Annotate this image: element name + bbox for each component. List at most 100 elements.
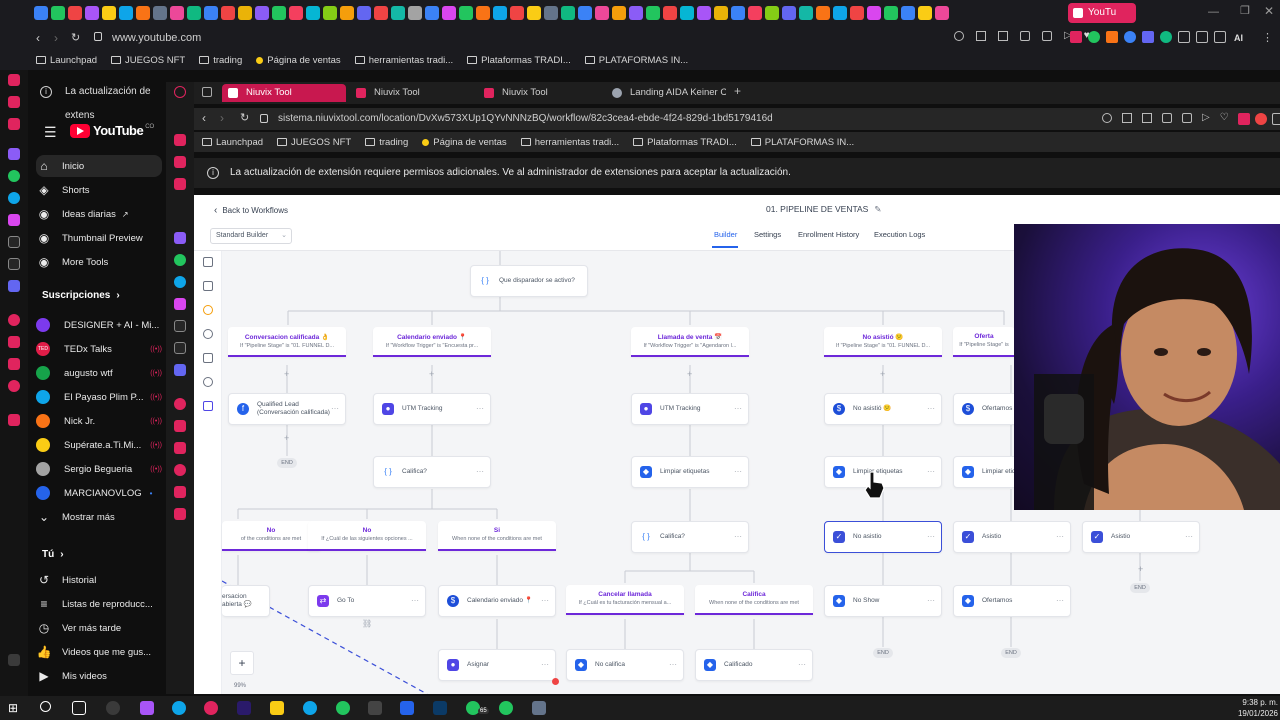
opera-red-icon[interactable] xyxy=(174,420,186,432)
alert-icon[interactable] xyxy=(203,305,213,315)
more-icon[interactable]: ⋯ xyxy=(798,660,806,669)
nav-videos-me-gustan[interactable]: 👍 Videos que me gus... xyxy=(36,641,162,663)
opera-red-icon[interactable] xyxy=(8,358,20,370)
capcut-icon[interactable] xyxy=(368,701,382,715)
tab-favicon[interactable] xyxy=(697,6,711,20)
vpn-icon[interactable] xyxy=(1182,113,1192,123)
tab-favicon[interactable] xyxy=(238,6,252,20)
subscriptions-heading[interactable]: Suscripciones › xyxy=(42,290,120,301)
settings-icon[interactable] xyxy=(8,414,20,426)
subscription-item[interactable]: Sergio Begueria ((•)) xyxy=(36,458,162,480)
node-ofertamos[interactable]: ◆ Ofertamos ⋯ xyxy=(953,585,1071,617)
subscription-item[interactable]: augusto wtf ((•)) xyxy=(36,362,162,384)
instagram-icon[interactable] xyxy=(174,298,186,310)
node-asistio[interactable]: ✓ Asistio ⋯ xyxy=(1082,521,1200,553)
extension-icon[interactable] xyxy=(1142,31,1154,43)
tab-favicon[interactable] xyxy=(510,6,524,20)
lock-icon[interactable] xyxy=(94,32,102,41)
clock-icon[interactable] xyxy=(203,377,213,387)
trigger-llamada-de-venta[interactable]: Llamada de venta 📅 If "Workflow Trigger" … xyxy=(631,327,749,357)
tab-favicon[interactable] xyxy=(68,6,82,20)
extension-icon[interactable] xyxy=(1070,31,1082,43)
node-asistio[interactable]: ✓ Asistio ⋯ xyxy=(953,521,1071,553)
tab-favicon[interactable] xyxy=(493,6,507,20)
whatsapp-icon[interactable] xyxy=(8,170,20,182)
more-icon[interactable]: ⋯ xyxy=(411,596,419,605)
you-heading[interactable]: Tú › xyxy=(42,549,64,560)
opera-red-icon[interactable] xyxy=(8,380,20,392)
more-icon[interactable]: ⋯ xyxy=(1185,532,1193,541)
edge-icon[interactable] xyxy=(172,701,186,715)
more-icon[interactable]: ⋯ xyxy=(1056,532,1064,541)
tab-execution-logs[interactable]: Execution Logs xyxy=(874,230,925,239)
bookmark-trading[interactable]: trading xyxy=(365,137,408,148)
opera-red-icon[interactable] xyxy=(8,118,20,130)
telegram-icon[interactable] xyxy=(303,701,317,715)
node-asignar[interactable]: ● Asignar ⋯ xyxy=(438,649,556,681)
heart-icon[interactable]: ♡ xyxy=(1220,113,1229,123)
back-icon[interactable]: ‹ xyxy=(36,31,40,45)
extension-icon[interactable] xyxy=(1160,31,1172,43)
opera-red-icon[interactable] xyxy=(8,336,20,348)
tab-favicon[interactable] xyxy=(748,6,762,20)
inner-url-field[interactable]: sistema.niuvixtool.com/location/DvXw573X… xyxy=(278,113,773,124)
back-icon[interactable]: ‹ xyxy=(202,111,206,125)
node-calendario-enviado[interactable]: $ Calendario enviado 📍 ⋯ xyxy=(438,585,556,617)
tab-favicon[interactable] xyxy=(629,6,643,20)
bookmark-plataformas-in[interactable]: PLATAFORMAS IN... xyxy=(584,55,688,66)
trigger-oferta[interactable]: Oferta If "Pipeline Stage" is xyxy=(953,327,1015,357)
tab-favicon[interactable] xyxy=(119,6,133,20)
pencil-icon[interactable]: ✎ xyxy=(874,204,881,214)
bookmark-plataformas-tradi[interactable]: Plataformas TRADI... xyxy=(467,55,571,66)
tab-favicon[interactable] xyxy=(612,6,626,20)
zoom-in-button[interactable]: + xyxy=(230,651,254,675)
nav-historial[interactable]: ↺ Historial xyxy=(36,569,162,591)
more-icon[interactable]: ⋯ xyxy=(1056,596,1064,605)
bookmark-trading[interactable]: trading xyxy=(199,55,242,66)
tab-favicon[interactable] xyxy=(204,6,218,20)
node-no-show[interactable]: ◆ No Show ⋯ xyxy=(824,585,942,617)
x-icon[interactable] xyxy=(174,342,186,354)
hamburger-menu-icon[interactable]: ☰ xyxy=(44,124,57,141)
link-icon[interactable]: ⛓ xyxy=(362,619,372,628)
tab-youtube-active[interactable]: YouTu xyxy=(1068,3,1136,23)
more-icon[interactable]: ⋯ xyxy=(927,532,935,541)
opera-red-icon[interactable] xyxy=(174,156,186,168)
premiere-icon[interactable] xyxy=(237,701,251,715)
node-calificado[interactable]: ◆ Calificado ⋯ xyxy=(695,649,813,681)
zoom-icon[interactable] xyxy=(954,31,964,41)
ai-icon[interactable]: AI xyxy=(1234,33,1243,43)
photoshop-icon[interactable] xyxy=(433,701,447,715)
magic-icon[interactable] xyxy=(203,401,213,411)
more-icon[interactable]: ⋯ xyxy=(669,660,677,669)
opera-red-icon[interactable] xyxy=(174,178,186,190)
downloads-icon[interactable] xyxy=(1196,31,1208,43)
share-icon[interactable] xyxy=(203,353,213,363)
trigger-no-asistio[interactable]: No asistió 😕 If "Pipeline Stage" is "01. … xyxy=(824,327,942,357)
bookmark-juegos-nft[interactable]: JUEGOS NFT xyxy=(277,137,351,148)
tab-favicon[interactable] xyxy=(765,6,779,20)
send-icon[interactable]: ▷ xyxy=(1202,113,1210,123)
tab-favicon[interactable] xyxy=(646,6,660,20)
tab-favicon[interactable] xyxy=(306,6,320,20)
tab-niuvix[interactable]: Niuvix Tool xyxy=(478,84,602,102)
more-icon[interactable]: ⋯ xyxy=(476,404,484,413)
puzzle-icon[interactable] xyxy=(1178,31,1190,43)
tab-favicon[interactable] xyxy=(136,6,150,20)
shield-icon[interactable] xyxy=(1020,31,1030,41)
opera-icon[interactable] xyxy=(204,701,218,715)
node-que-disparador[interactable]: { } Que disparador se activo? xyxy=(470,265,588,297)
tab-enrollment-history[interactable]: Enrollment History xyxy=(798,230,859,239)
tab-favicon[interactable] xyxy=(527,6,541,20)
add-step-icon[interactable]: + xyxy=(687,369,692,379)
tab-favicon[interactable] xyxy=(799,6,813,20)
calculator-icon[interactable] xyxy=(532,701,546,715)
extension-icon[interactable] xyxy=(1238,113,1250,125)
telegram-icon[interactable] xyxy=(8,192,20,204)
tab-favicon[interactable] xyxy=(374,6,388,20)
extension-icon[interactable] xyxy=(1255,113,1267,125)
tab-favicon[interactable] xyxy=(34,6,48,20)
nav-more-tools[interactable]: ◉ More Tools xyxy=(36,251,162,273)
x-icon[interactable] xyxy=(8,258,20,270)
opera-red-icon[interactable] xyxy=(174,134,186,146)
